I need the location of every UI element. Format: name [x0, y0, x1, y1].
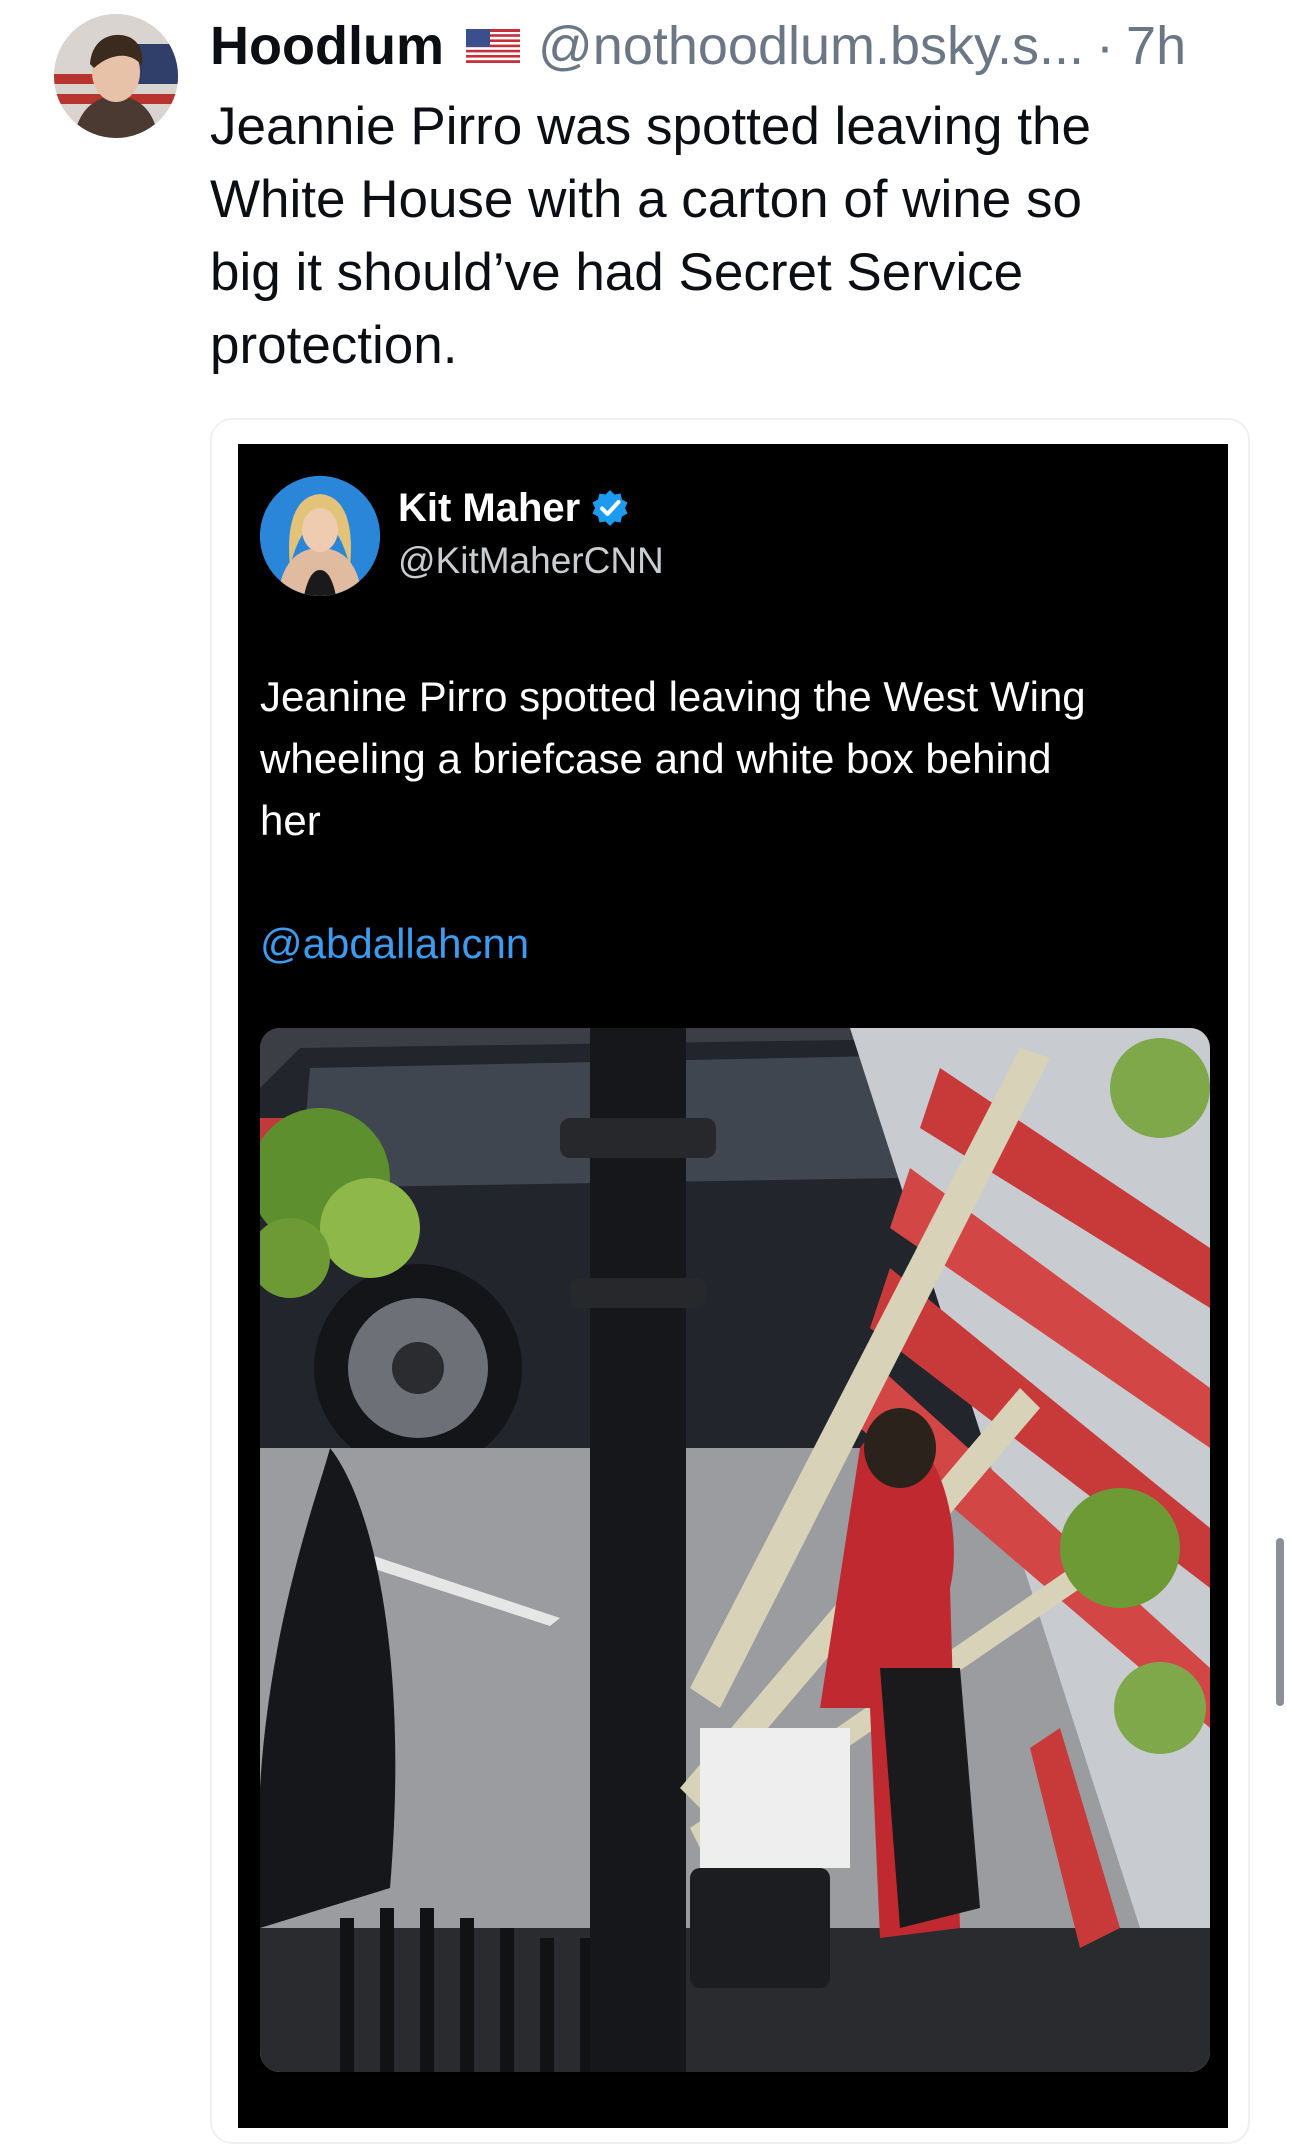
header-separator: ·: [1096, 16, 1115, 76]
us-flag-icon: [465, 29, 520, 63]
verified-badge-icon: [590, 488, 630, 528]
author-avatar-image: [54, 14, 178, 138]
embedded-screenshot[interactable]: Kit Maher @KitMaherCNN Jeanine Pirro spo…: [238, 444, 1228, 2128]
quoted-author-name-text: Kit Maher: [398, 486, 581, 530]
author-avatar[interactable]: [54, 14, 178, 138]
quoted-author-name: Kit Maher: [398, 484, 630, 532]
quoted-mention-link: @abdallahcnn: [260, 920, 530, 967]
author-name[interactable]: Hoodlum: [210, 14, 444, 78]
post-timestamp[interactable]: 7h: [1126, 14, 1186, 78]
author-handle[interactable]: @nothoodlum.bsky.s...: [538, 14, 1084, 78]
quoted-post-text: Jeanine Pirro spotted leaving the West W…: [260, 673, 1086, 844]
quoted-author-avatar: [260, 476, 380, 596]
post-header: Hoodlum @nothoodlum.bsky.s... · 7h: [210, 14, 1270, 78]
scrollbar[interactable]: [1276, 1538, 1284, 1706]
quoted-author-handle: @KitMaherCNN: [398, 540, 664, 581]
quoted-photo: [260, 1028, 1210, 2072]
post-text: Jeannie Pirro was spotted leaving the Wh…: [210, 97, 1091, 375]
